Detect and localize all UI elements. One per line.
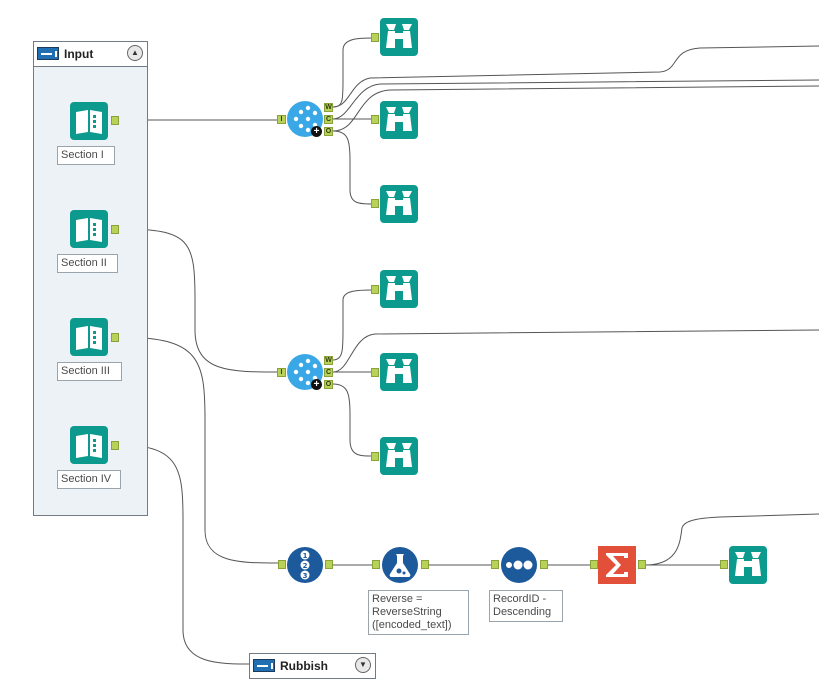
input-tool-section-2[interactable] (70, 210, 108, 248)
recordid-tool[interactable] (500, 546, 538, 584)
tool-label: Section IV (57, 470, 121, 489)
collapse-icon[interactable]: ▲ (127, 45, 143, 61)
tile-tool[interactable]: 1 2 3 (286, 546, 324, 584)
join-output-w[interactable]: W (324, 103, 333, 112)
tool-label: Section III (57, 362, 122, 381)
binoculars-icon (380, 353, 418, 391)
input-anchor[interactable] (590, 560, 598, 569)
input-anchor[interactable] (371, 33, 379, 42)
input-anchor[interactable] (371, 285, 379, 294)
input-anchor[interactable] (371, 199, 379, 208)
input-anchor[interactable] (372, 560, 380, 569)
binoculars-icon (380, 18, 418, 56)
sigma-icon (598, 546, 636, 584)
output-anchor[interactable] (421, 560, 429, 569)
svg-text:2: 2 (303, 562, 308, 570)
expand-icon[interactable]: ▼ (355, 657, 371, 673)
output-anchor[interactable] (540, 560, 548, 569)
join-output-o[interactable]: O (324, 127, 333, 136)
binoculars-icon (380, 437, 418, 475)
join-output-c[interactable]: C (324, 368, 333, 377)
summarize-tool[interactable] (598, 546, 636, 584)
binoculars-icon (729, 546, 767, 584)
output-anchor[interactable] (111, 333, 119, 342)
container-header[interactable]: Rubbish ▼ (250, 654, 375, 678)
add-icon[interactable]: + (311, 379, 322, 390)
formula-tool[interactable] (381, 546, 419, 584)
binoculars-icon (380, 185, 418, 223)
output-anchor[interactable] (325, 560, 333, 569)
container-icon (37, 47, 59, 60)
join-input-anchor[interactable]: I (277, 115, 286, 124)
container-title: Input (64, 47, 94, 61)
svg-text:1: 1 (303, 552, 308, 560)
formula-expression-label: Reverse = ReverseString ([encoded_text]) (368, 590, 469, 635)
output-anchor[interactable] (111, 116, 119, 125)
book-icon (70, 426, 108, 464)
output-anchor[interactable] (111, 441, 119, 450)
join-input-anchor[interactable]: I (277, 368, 286, 377)
browse-tool[interactable] (380, 270, 418, 308)
join-output-o[interactable]: O (324, 380, 333, 389)
browse-tool[interactable] (380, 18, 418, 56)
browse-tool[interactable] (380, 101, 418, 139)
input-anchor[interactable] (278, 560, 286, 569)
input-anchor[interactable] (371, 452, 379, 461)
book-icon (70, 102, 108, 140)
input-tool-section-4[interactable] (70, 426, 108, 464)
formula-flask-icon (382, 547, 418, 583)
container-title: Rubbish (280, 659, 328, 673)
join-output-c[interactable]: C (324, 115, 333, 124)
binoculars-icon (380, 101, 418, 139)
container-header[interactable]: Input ▲ (34, 42, 147, 67)
recordid-dots-icon (501, 547, 537, 583)
input-anchor[interactable] (371, 368, 379, 377)
browse-tool[interactable] (380, 185, 418, 223)
add-icon[interactable]: + (311, 126, 322, 137)
input-tool-section-3[interactable] (70, 318, 108, 356)
svg-text:3: 3 (303, 572, 308, 580)
tool-label: Section II (57, 254, 118, 273)
output-anchor[interactable] (638, 560, 646, 569)
browse-tool[interactable] (380, 437, 418, 475)
book-icon (70, 210, 108, 248)
book-icon (70, 318, 108, 356)
recordid-label: RecordID - Descending (489, 590, 563, 622)
tile-123-icon: 1 2 3 (287, 547, 323, 583)
binoculars-icon (380, 270, 418, 308)
rubbish-container[interactable]: Rubbish ▼ (249, 653, 376, 679)
browse-tool[interactable] (380, 353, 418, 391)
join-output-w[interactable]: W (324, 356, 333, 365)
input-tool-section-1[interactable] (70, 102, 108, 140)
output-anchor[interactable] (111, 225, 119, 234)
browse-tool-final[interactable] (729, 546, 767, 584)
tool-label: Section I (57, 146, 115, 165)
input-anchor[interactable] (491, 560, 499, 569)
container-icon (253, 659, 275, 672)
input-anchor[interactable] (720, 560, 728, 569)
input-anchor[interactable] (371, 115, 379, 124)
